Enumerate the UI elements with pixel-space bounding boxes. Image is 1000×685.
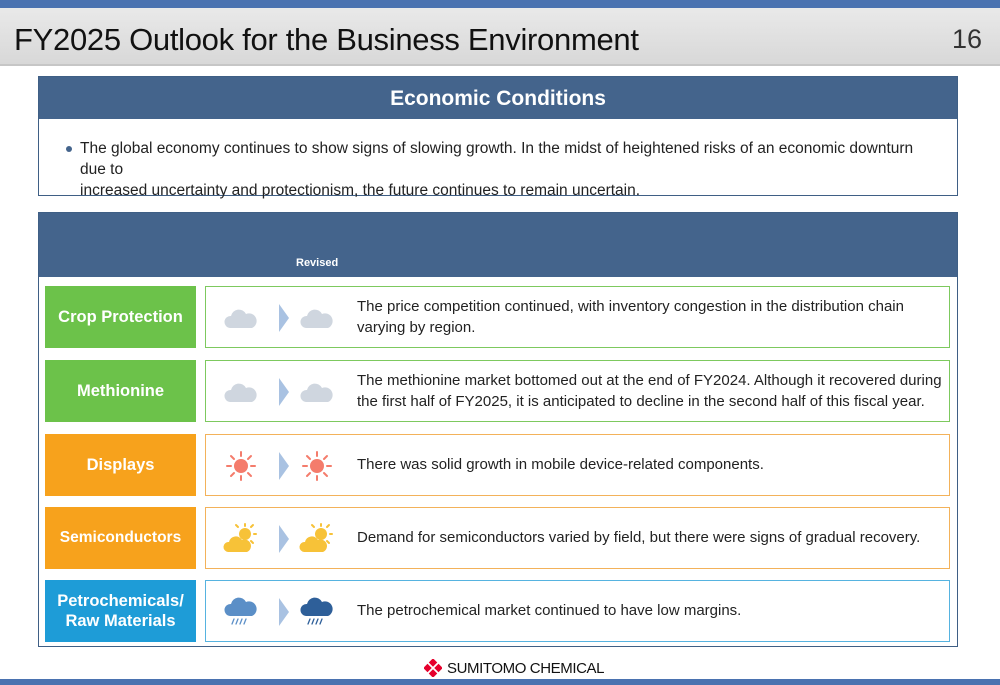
cloud-icon (300, 309, 333, 328)
cloud-icon (300, 383, 333, 402)
top-accent-strip (0, 0, 1000, 8)
segment-description-text: The methionine market bottomed out at th… (357, 371, 942, 410)
segment-description: The petrochemical market continued to ha… (357, 581, 942, 640)
segment-label: Petrochemicals/ Raw Materials (45, 580, 196, 642)
company-name: SUMITOMO CHEMICAL (447, 659, 605, 677)
table-row-methionine: Methionine The methionine market bottome… (45, 360, 950, 422)
rain-cloud-dark-icon (300, 597, 333, 625)
segment-description: The methionine market bottomed out at th… (357, 361, 942, 420)
arrow-right-icon (279, 525, 289, 553)
arrow-right-icon (279, 304, 289, 332)
segment-label: Displays (45, 434, 196, 496)
segment-content: The petrochemical market continued to ha… (205, 580, 950, 642)
rain-cloud-light-icon (224, 597, 257, 625)
segment-content: Demand for semiconductors varied by fiel… (205, 507, 950, 569)
arrow-right-icon (279, 452, 289, 480)
cloud-icon (224, 383, 257, 402)
company-logo: SUMITOMO CHEMICAL (424, 658, 605, 678)
segment-outlook-table: Revised Crop Protection The price compet… (38, 212, 958, 647)
sun-icon (302, 451, 332, 481)
revised-column-label: Revised (296, 257, 339, 269)
segment-content: There was solid growth in mobile device-… (205, 434, 950, 496)
table-row-crop-protection: Crop Protection The price competition co… (45, 286, 950, 348)
bullet-icon (66, 146, 72, 152)
segment-label: Semiconductors (45, 507, 196, 569)
segment-description: There was solid growth in mobile device-… (357, 435, 942, 494)
cloud-icon (224, 309, 257, 328)
segment-description-text: The petrochemical market continued to ha… (357, 602, 742, 619)
table-row-petrochemicals: Petrochemicals/ Raw Materials The petroc… (45, 580, 950, 642)
segment-description-text: Demand for semiconductors varied by fiel… (357, 529, 921, 546)
segment-description: The price competition continued, with in… (357, 287, 942, 346)
page-title: FY2025 Outlook for the Business Environm… (14, 22, 639, 57)
segment-label: Methionine (45, 360, 196, 422)
sumitomo-diamond-logo-icon (424, 659, 442, 677)
economic-conditions-text: The global economy continues to show sig… (80, 140, 914, 199)
segment-content: The price competition continued, with in… (205, 286, 950, 348)
economic-conditions-panel: Economic Conditions The global economy c… (38, 76, 958, 199)
economic-conditions-body: The global economy continues to show sig… (39, 119, 957, 201)
bottom-accent-strip (0, 679, 1000, 685)
economic-conditions-heading: Economic Conditions (39, 77, 957, 119)
title-bar: FY2025 Outlook for the Business Environm… (0, 8, 1000, 66)
table-row-displays: Displays There was solid growth in mobil… (45, 434, 950, 496)
segment-description: Demand for semiconductors varied by fiel… (357, 508, 942, 567)
arrow-right-icon (279, 598, 289, 626)
sun-icon (226, 451, 256, 481)
table-header: Revised (39, 213, 957, 277)
segment-description-text: There was solid growth in mobile device-… (357, 456, 764, 473)
arrow-right-icon (279, 378, 289, 406)
partly-cloudy-icon (223, 523, 257, 552)
table-row-semiconductors: Semiconductors Demand for semiconductors… (45, 507, 950, 569)
page-number: 16 (951, 24, 982, 54)
segment-label: Crop Protection (45, 286, 196, 348)
segment-content: The methionine market bottomed out at th… (205, 360, 950, 422)
segment-description-text: The price competition continued, with in… (357, 297, 904, 336)
partly-cloudy-icon (299, 523, 333, 552)
